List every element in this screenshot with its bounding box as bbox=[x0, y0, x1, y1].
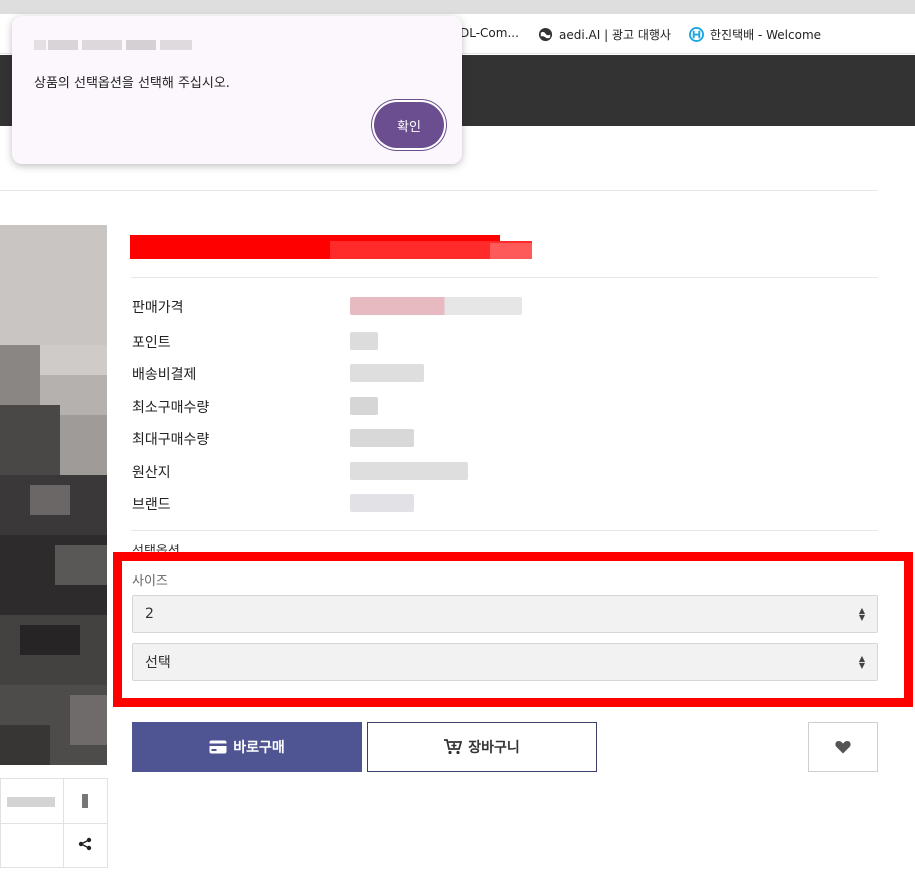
redacted-value bbox=[350, 364, 424, 382]
product-title-redacted bbox=[130, 235, 532, 259]
image-tools bbox=[0, 778, 108, 868]
alert-message: 상품의 선택옵션을 선택해 주십시오. bbox=[34, 76, 230, 91]
bookmark-dl-com[interactable]: DL-Com... bbox=[460, 26, 519, 40]
label-origin: 원산지 bbox=[132, 465, 171, 481]
bookmark-label: DL-Com... bbox=[460, 26, 519, 40]
add-to-cart-label: 장바구니 bbox=[468, 740, 520, 756]
credit-card-icon bbox=[209, 740, 227, 754]
option-select[interactable]: 선택 ▲ ▼ bbox=[132, 643, 878, 681]
wishlist-button[interactable] bbox=[808, 722, 878, 772]
redacted-value bbox=[350, 429, 414, 447]
globe-icon bbox=[538, 27, 553, 42]
size-label: 사이즈 bbox=[132, 574, 168, 589]
redacted-value bbox=[350, 397, 378, 415]
divider bbox=[1, 823, 107, 824]
alert-confirm-button[interactable]: 확인 bbox=[374, 102, 444, 148]
bookmark-hanjin[interactable]: 한진택배 - Welcome bbox=[689, 26, 821, 43]
select-arrows-icon: ▲ ▼ bbox=[858, 654, 865, 670]
divider bbox=[131, 277, 878, 278]
chevron-right-icon[interactable] bbox=[79, 793, 91, 809]
redacted-value bbox=[350, 332, 378, 350]
label-shipping: 배송비결제 bbox=[132, 367, 197, 383]
redacted-value bbox=[350, 462, 468, 480]
share-icon[interactable] bbox=[78, 837, 92, 851]
size-select[interactable]: 2 ▲ ▼ bbox=[132, 595, 878, 633]
size-select-value: 2 bbox=[145, 606, 154, 622]
label-price: 판매가격 bbox=[132, 300, 184, 316]
divider bbox=[131, 530, 878, 531]
browser-tab-strip bbox=[0, 0, 915, 14]
redacted-value bbox=[350, 494, 414, 512]
redacted-site-origin bbox=[34, 40, 192, 50]
redacted-value bbox=[350, 297, 522, 315]
label-max-qty: 최대구매수량 bbox=[132, 432, 210, 448]
product-image bbox=[0, 225, 107, 765]
label-points: 포인트 bbox=[132, 335, 171, 351]
label-min-qty: 최소구매수량 bbox=[132, 400, 210, 416]
bookmark-label: aedi.AI | 광고 대행사 bbox=[559, 28, 671, 42]
cart-plus-icon bbox=[444, 739, 463, 755]
buy-now-label: 바로구매 bbox=[233, 740, 285, 756]
select-arrows-icon: ▲ ▼ bbox=[858, 606, 865, 622]
buy-now-button[interactable]: 바로구매 bbox=[132, 722, 362, 772]
option-select-value: 선택 bbox=[145, 655, 171, 671]
hanjin-logo-icon bbox=[689, 27, 704, 42]
bookmark-label: 한진택배 - Welcome bbox=[710, 28, 822, 42]
divider bbox=[0, 190, 878, 191]
blurred-label bbox=[7, 797, 55, 807]
add-to-cart-button[interactable]: 장바구니 bbox=[367, 722, 597, 772]
bookmark-aedi[interactable]: aedi.AI | 광고 대행사 bbox=[538, 26, 671, 43]
label-brand: 브랜드 bbox=[132, 497, 171, 513]
alert-dialog: 상품의 선택옵션을 선택해 주십시오. 확인 bbox=[12, 16, 462, 164]
heart-icon bbox=[835, 741, 851, 754]
